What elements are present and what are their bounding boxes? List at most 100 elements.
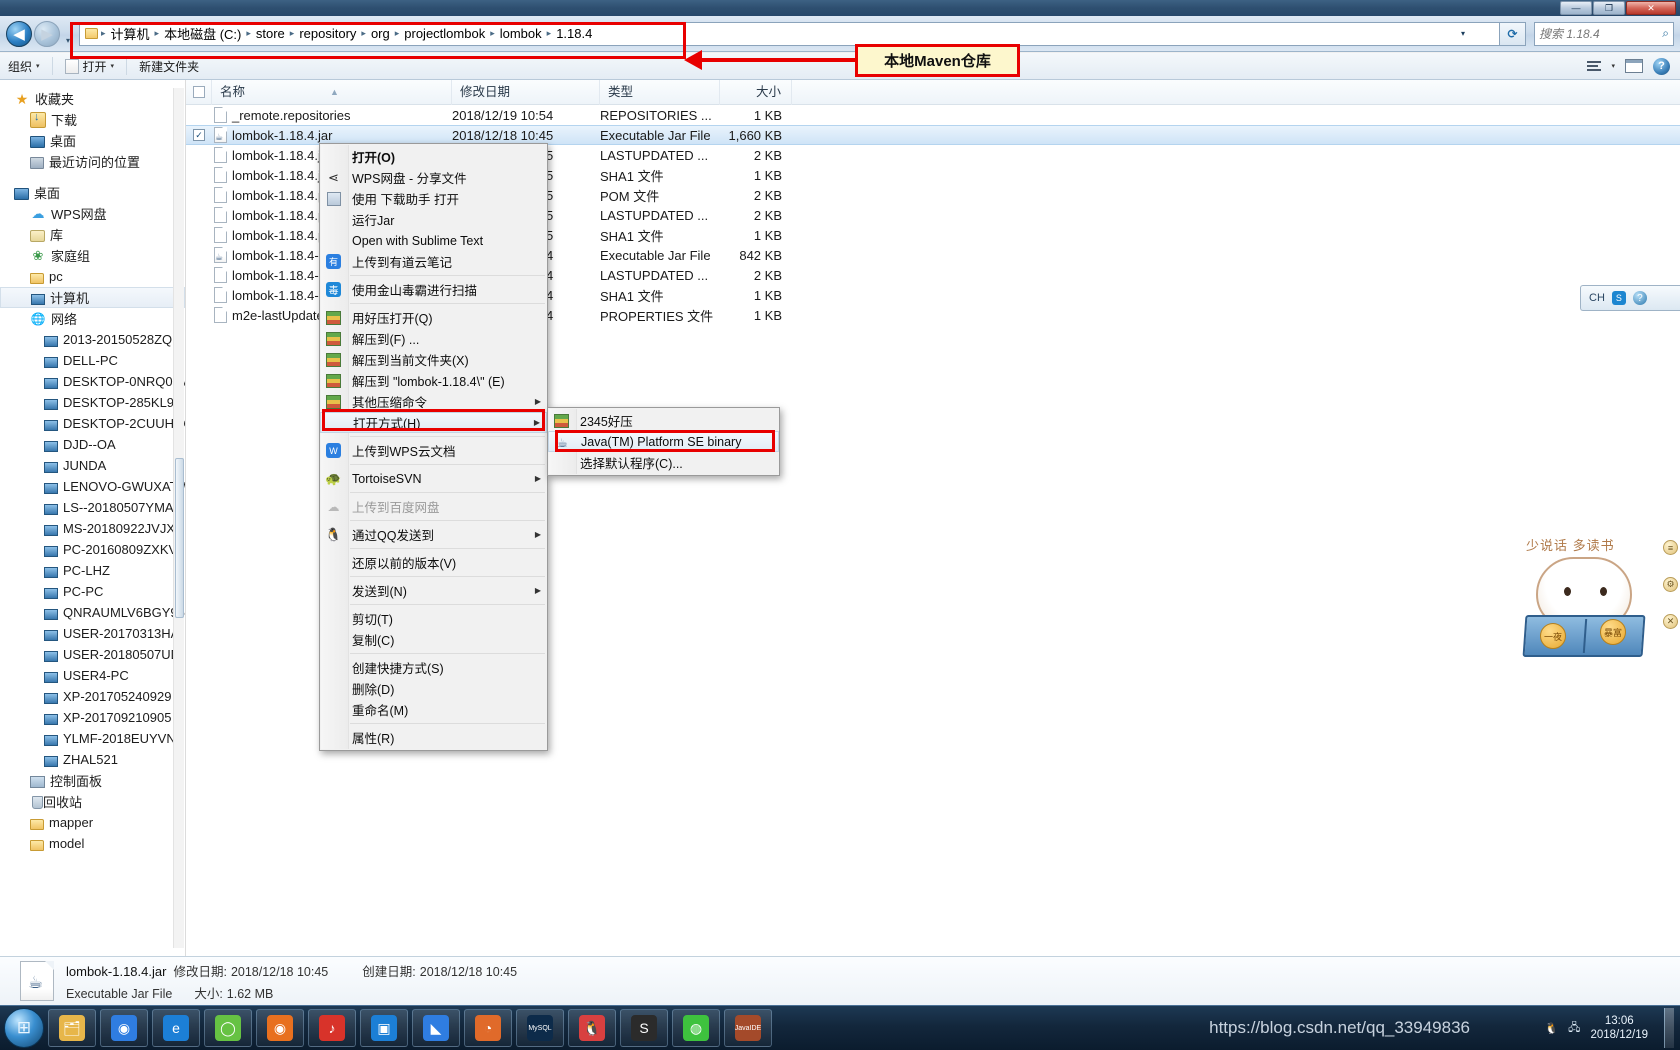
desktop-pet[interactable]: 少说话 多读书 一夜 暴富 [1514,535,1674,685]
preview-pane-icon[interactable] [1625,59,1643,73]
menu-item-wps网盘-分享文件[interactable]: ⋖ WPS网盘 - 分享文件 [320,167,547,188]
tree-item-XP-201709210905[interactable]: XP-201709210905 [0,707,185,728]
tree-item-LENOVO-GWUXATW3[interactable]: LENOVO-GWUXATW3 [0,476,185,497]
tree-item-控制面板[interactable]: 控制面板 [0,770,185,791]
tree-item-DJD--OA[interactable]: DJD--OA [0,434,185,455]
tray-qq-icon[interactable]: 🐧 [1544,1022,1558,1035]
minimize-button[interactable]: — [1560,1,1592,15]
tree-item-DELL-PC[interactable]: DELL-PC [0,350,185,371]
maximize-button[interactable]: ❐ [1593,1,1625,15]
taskbar-button-explorer[interactable]: 🗂 [48,1009,96,1047]
menu-item-上传到有道云笔记[interactable]: 有上传到有道云笔记 [320,251,547,272]
breadcrumb-item-4[interactable]: org [367,25,394,42]
taskbar-button-navicat[interactable]: ◔ [464,1009,512,1047]
help-icon[interactable]: ? [1653,57,1670,75]
menu-item-上传到wps云文档[interactable]: W 上传到WPS云文档 [320,440,547,461]
tree-item-PC-PC[interactable]: PC-PC [0,581,185,602]
taskbar-button-360-browser[interactable]: ◯ [204,1009,252,1047]
tree-item-WPS网盘[interactable]: ☁ WPS网盘 [0,203,185,224]
tree-item-收藏夹[interactable]: ★ 收藏夹 [0,88,185,109]
close-button[interactable]: ✕ [1626,1,1676,15]
row-checkbox[interactable]: ✓ [186,129,212,141]
tree-item-桌面[interactable]: 桌面 [0,182,185,203]
ime-skin-icon[interactable]: S [1611,291,1626,305]
column-header-name[interactable]: 名称 ▲ [212,80,452,105]
tray-network-icon[interactable]: 🖧 [1568,1019,1580,1038]
search-input[interactable]: 搜索 1.18.4 [1539,25,1662,42]
taskbar-button-netease-music[interactable]: ♪ [308,1009,356,1047]
pet-close-icon[interactable]: ✕ [1663,614,1678,629]
tree-item-ZHAL521[interactable]: ZHAL521 [0,749,185,770]
back-button[interactable]: ◀ [6,20,32,47]
tree-item-MS-20180922JVJX[interactable]: MS-20180922JVJX [0,518,185,539]
tree-item-DESKTOP-285KL9U[interactable]: DESKTOP-285KL9U [0,392,185,413]
tree-item-DESKTOP-2CUUHNC[interactable]: DESKTOP-2CUUHNC [0,413,185,434]
change-view-icon[interactable] [1587,61,1602,71]
checkbox-icon[interactable] [192,86,205,98]
tree-item-LS--20180507YMA[interactable]: LS--20180507YMA [0,497,185,518]
menu-item-打开-o-[interactable]: 打开(O) [320,146,547,167]
tree-item-model[interactable]: model [0,833,185,854]
tree-item-QNRAUMLV6BGY95U[interactable]: QNRAUMLV6BGY95U [0,602,185,623]
nav-scrollbar-thumb[interactable] [175,458,184,618]
menu-item-还原以前的版本-v-[interactable]: 还原以前的版本(V) [320,552,547,573]
tree-item-2013-20150528ZQ[interactable]: 2013-20150528ZQ [0,329,185,350]
menu-item-open-with-sublime-text[interactable]: Open with Sublime Text [320,230,547,251]
chevron-down-icon[interactable]: ▾ [1453,23,1473,45]
tree-item-网络[interactable]: 🌐 网络 [0,308,185,329]
menu-item-使用金山毒霸进行扫描[interactable]: 毒使用金山毒霸进行扫描 [320,279,547,300]
tree-item-PC-LHZ[interactable]: PC-LHZ [0,560,185,581]
new-folder-button[interactable]: 新建文件夹 [131,55,207,77]
taskbar-button-onenote[interactable]: ◣ [412,1009,460,1047]
column-header-date[interactable]: 修改日期 [452,80,600,105]
clock[interactable]: 13:06 2018/12/19 [1590,1014,1648,1042]
pet-settings-icon[interactable]: ⚙ [1663,577,1678,592]
tree-item-DESKTOP-0NRQ09M[interactable]: DESKTOP-0NRQ09M [0,371,185,392]
tree-item-库[interactable]: 库 [0,224,185,245]
menu-item-打开方式-h-[interactable]: 打开方式(H) ▶ [320,412,547,433]
menu-item-解压到-f-[interactable]: 解压到(F) ... [320,328,547,349]
taskbar-button-chrome[interactable]: ◉ [100,1009,148,1047]
breadcrumb-item-0[interactable]: 计算机 [107,23,154,44]
breadcrumb-item-5[interactable]: projectlombok [400,25,489,42]
history-dropdown-icon[interactable]: ▾ [61,23,75,45]
menu-item-运行jar[interactable]: 运行Jar [320,209,547,230]
taskbar-button-qq[interactable]: 🐧 [568,1009,616,1047]
select-all-checkbox-header[interactable] [186,80,212,105]
file-name-cell[interactable]: lombok-1.18.4.jar [212,127,452,143]
breadcrumb-item-2[interactable]: store [252,25,289,42]
tree-item-最近访问的位置[interactable]: 最近访问的位置 [0,151,185,172]
column-header-size[interactable]: 大小 [720,80,792,105]
taskbar-button-wechat[interactable]: ◍ [672,1009,720,1047]
tree-item-XP-201705240929[interactable]: XP-201705240929 [0,686,185,707]
taskbar-button-firefox[interactable]: ◉ [256,1009,304,1047]
organize-button[interactable]: 组织 ▾ [0,55,48,77]
breadcrumb-item-6[interactable]: lombok [496,25,546,42]
menu-item-属性-r-[interactable]: 属性(R) [320,727,547,748]
pet-menu-icon[interactable]: ≡ [1663,540,1678,555]
tree-item-回收站[interactable]: 回收站 [0,791,185,812]
tree-item-pc[interactable]: pc [0,266,185,287]
tree-item-USER-20170313HA[interactable]: USER-20170313HA [0,623,185,644]
breadcrumb-item-1[interactable]: 本地磁盘 (C:) [160,23,245,44]
tree-item-下载[interactable]: 下载 [0,109,185,130]
tree-item-桌面[interactable]: 桌面 [0,130,185,151]
breadcrumb-item-7[interactable]: 1.18.4 [552,25,596,42]
file-name-cell[interactable]: _remote.repositories [212,107,452,123]
forward-button[interactable]: ▶ [34,20,60,47]
address-bar[interactable]: ▸ 计算机 ▸ 本地磁盘 (C:) ▸ store ▸ repository ▸ org ▸ proj… [79,21,1500,46]
menu-item-使用-下载助手-打开[interactable]: 使用 下载助手 打开 [320,188,547,209]
open-with-submenu[interactable]: 2345好压 ☕ Java(TM) Platform SE binary 选择默认程序… [547,407,780,476]
ime-mode-label[interactable]: CH [1589,292,1605,304]
menu-item-复制-c-[interactable]: 复制(C) [320,629,547,650]
show-desktop-button[interactable] [1664,1008,1674,1048]
menu-item-解压到-lombok-1-18-4-e-[interactable]: 解压到 "lombok-1.18.4\" (E) [320,370,547,391]
menu-item-剪切-t-[interactable]: 剪切(T) [320,608,547,629]
menu-item-tortoisesvn[interactable]: 🐢 TortoiseSVN ▶ [320,468,547,489]
taskbar-button-wps-office[interactable]: ▣ [360,1009,408,1047]
menu-item-用好压打开-q-[interactable]: 用好压打开(Q) [320,307,547,328]
table-row[interactable]: ✓ lombok-1.18.4.jar 2018/12/18 10:45 Execut… [186,125,1680,145]
checkbox-checked-icon[interactable]: ✓ [193,129,205,141]
tree-item-YLMF-2018EUYVNS[interactable]: YLMF-2018EUYVNS [0,728,185,749]
menu-item-删除-d-[interactable]: 删除(D) [320,678,547,699]
